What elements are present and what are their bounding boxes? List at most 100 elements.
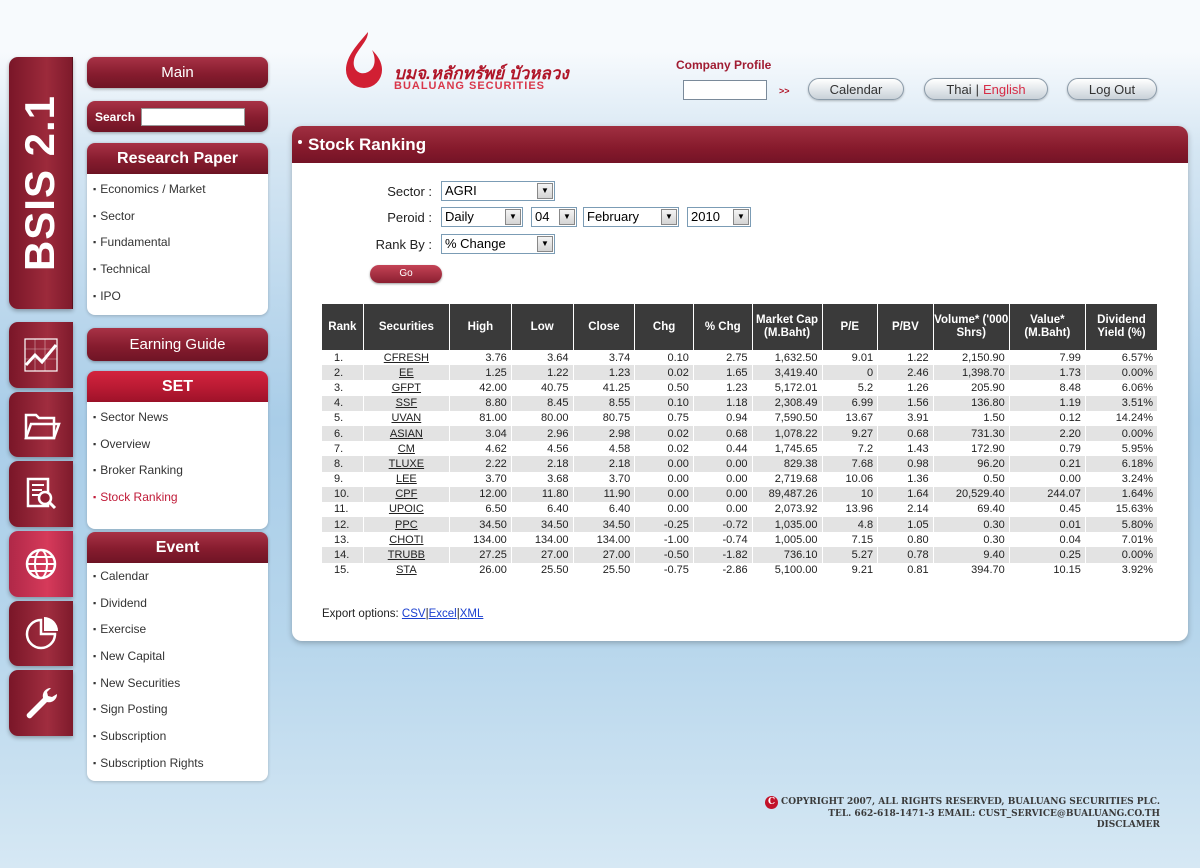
rank-cell: 13. bbox=[322, 532, 364, 548]
security-link[interactable]: STA bbox=[363, 562, 451, 578]
table-cell: 0.12 bbox=[1009, 410, 1086, 426]
security-link[interactable]: CFRESH bbox=[363, 350, 451, 366]
rank-cell: 3. bbox=[322, 380, 364, 396]
security-link[interactable]: PPC bbox=[363, 517, 451, 533]
sidebar-item-economics[interactable]: Economics / Market bbox=[87, 176, 268, 203]
table-cell: 0.00 bbox=[634, 471, 694, 487]
logout-button[interactable]: Log Out bbox=[1067, 78, 1157, 100]
go-button[interactable]: Go bbox=[370, 265, 442, 283]
sidebar-item-exercise[interactable]: Exercise bbox=[87, 616, 268, 643]
security-link[interactable]: UPOIC bbox=[363, 501, 451, 518]
table-cell: 0.30 bbox=[933, 532, 1010, 548]
sector-select[interactable]: AGRI ▼ bbox=[441, 181, 555, 201]
brand-logo[interactable] bbox=[340, 30, 390, 93]
calendar-button[interactable]: Calendar bbox=[808, 78, 904, 100]
sidebar-item-sector-news[interactable]: Sector News bbox=[87, 404, 268, 431]
globe-icon[interactable] bbox=[9, 531, 73, 597]
export-xml-link[interactable]: XML bbox=[460, 608, 484, 620]
sidebar-item-ipo[interactable]: IPO bbox=[87, 283, 268, 310]
table-cell: 3.64 bbox=[511, 350, 574, 366]
earning-guide-button[interactable]: Earning Guide bbox=[87, 328, 268, 361]
export-excel-link[interactable]: Excel bbox=[429, 608, 457, 620]
rankby-select[interactable]: % Change ▼ bbox=[441, 234, 555, 254]
month-value: February bbox=[587, 209, 640, 224]
table-cell: 2,073.92 bbox=[752, 501, 823, 518]
table-cell: 0.68 bbox=[693, 425, 753, 442]
company-profile-input[interactable] bbox=[683, 80, 767, 100]
sidebar-item-subscription[interactable]: Subscription bbox=[87, 723, 268, 750]
table-cell: 3.70 bbox=[573, 471, 636, 487]
sidebar-item-subscription-rights[interactable]: Subscription Rights bbox=[87, 750, 268, 777]
table-cell: 6.50 bbox=[449, 501, 512, 518]
sidebar-item-fundamental[interactable]: Fundamental bbox=[87, 229, 268, 256]
table-row: 3. GFPT 42.00 40.75 41.25 0.50 1.23 5,172.01 5.2… bbox=[322, 380, 1159, 396]
table-cell: 7.99 bbox=[1009, 350, 1086, 366]
security-link[interactable]: EE bbox=[363, 365, 451, 381]
sidebar-item-sign-posting[interactable]: Sign Posting bbox=[87, 696, 268, 723]
sidebar-item-new-capital[interactable]: New Capital bbox=[87, 643, 268, 670]
chart-icon[interactable] bbox=[9, 322, 73, 388]
export-csv-link[interactable]: CSV bbox=[402, 608, 426, 620]
security-link[interactable]: GFPT bbox=[363, 380, 451, 396]
sidebar-item-new-securities[interactable]: New Securities bbox=[87, 670, 268, 697]
sidebar-item-technical[interactable]: Technical bbox=[87, 256, 268, 283]
table-cell: 5.80% bbox=[1085, 517, 1159, 533]
table-cell: 6.18% bbox=[1085, 456, 1159, 472]
table-cell: 27.25 bbox=[449, 547, 512, 563]
sidebar-earning-guide[interactable]: Earning Guide bbox=[87, 328, 268, 361]
table-cell: 20,529.40 bbox=[933, 486, 1010, 502]
table-cell: 1.64 bbox=[877, 486, 934, 502]
security-link[interactable]: ASIAN bbox=[363, 425, 451, 442]
export-label: Export options: bbox=[322, 608, 399, 620]
sidebar-item-broker-ranking[interactable]: Broker Ranking bbox=[87, 457, 268, 484]
footer: C COPYRIGHT 2007, ALL RIGHTS RESERVED, B… bbox=[765, 796, 1160, 831]
wrench-icon[interactable] bbox=[9, 670, 73, 737]
sidebar-item-stock-ranking[interactable]: Stock Ranking bbox=[87, 484, 268, 511]
table-cell: 134.00 bbox=[511, 532, 574, 548]
search-input[interactable] bbox=[141, 107, 246, 126]
table-cell: 5.2 bbox=[822, 380, 879, 396]
security-link[interactable]: CM bbox=[363, 441, 451, 457]
table-cell: 10.15 bbox=[1009, 562, 1086, 578]
sidebar-main[interactable]: Main bbox=[87, 57, 268, 88]
pie-chart-icon[interactable] bbox=[9, 600, 73, 667]
footer-disclaimer-link[interactable]: DISCLAMER bbox=[765, 820, 1160, 831]
sidebar-item-dividend[interactable]: Dividend bbox=[87, 590, 268, 617]
document-search-icon[interactable] bbox=[9, 461, 73, 528]
period-select[interactable]: Daily ▼ bbox=[441, 207, 523, 227]
table-cell: 1.64% bbox=[1085, 486, 1159, 502]
year-select[interactable]: 2010 ▼ bbox=[687, 207, 751, 227]
security-link[interactable]: TRUBB bbox=[363, 547, 451, 563]
security-link[interactable]: UVAN bbox=[363, 410, 451, 426]
sidebar-item-sector[interactable]: Sector bbox=[87, 203, 268, 230]
table-cell: 8.48 bbox=[1009, 380, 1086, 396]
chevron-down-icon: ▼ bbox=[505, 209, 521, 225]
security-link[interactable]: CPF bbox=[363, 486, 451, 502]
security-link[interactable]: LEE bbox=[363, 471, 451, 487]
table-cell: 2.75 bbox=[693, 350, 753, 366]
rank-cell: 5. bbox=[322, 410, 364, 426]
lang-english-link[interactable]: English bbox=[983, 82, 1026, 97]
sidebar-item-overview[interactable]: Overview bbox=[87, 431, 268, 458]
main-button[interactable]: Main bbox=[87, 57, 268, 88]
table-row: 14. TRUBB 27.25 27.00 27.00 -0.50 -1.82 736.10 5… bbox=[322, 547, 1159, 563]
research-paper-title: Research Paper bbox=[87, 143, 268, 174]
table-cell: 4.56 bbox=[511, 441, 574, 457]
table-cell: 80.75 bbox=[573, 410, 636, 426]
sidebar-item-calendar[interactable]: Calendar bbox=[87, 563, 268, 590]
column-header: Dividend Yield (%) bbox=[1085, 304, 1159, 350]
security-link[interactable]: TLUXE bbox=[363, 456, 451, 472]
day-select[interactable]: 04 ▼ bbox=[531, 207, 577, 227]
folder-icon[interactable] bbox=[9, 391, 73, 458]
security-link[interactable]: SSF bbox=[363, 395, 451, 411]
month-select[interactable]: February ▼ bbox=[583, 207, 679, 227]
company-profile-go-arrow[interactable]: >> bbox=[779, 86, 790, 96]
table-cell: 34.50 bbox=[511, 517, 574, 533]
table-row: 7. CM 4.62 4.56 4.58 0.02 0.44 1,745.65 7.2 1.43 1… bbox=[322, 441, 1159, 457]
lang-thai-link[interactable]: Thai bbox=[946, 82, 971, 97]
table-cell: 25.50 bbox=[511, 562, 574, 578]
security-link[interactable]: CHOTI bbox=[363, 532, 451, 548]
table-cell: 2.96 bbox=[511, 425, 574, 442]
table-cell: 244.07 bbox=[1009, 486, 1086, 502]
table-cell: 3.92% bbox=[1085, 562, 1159, 578]
